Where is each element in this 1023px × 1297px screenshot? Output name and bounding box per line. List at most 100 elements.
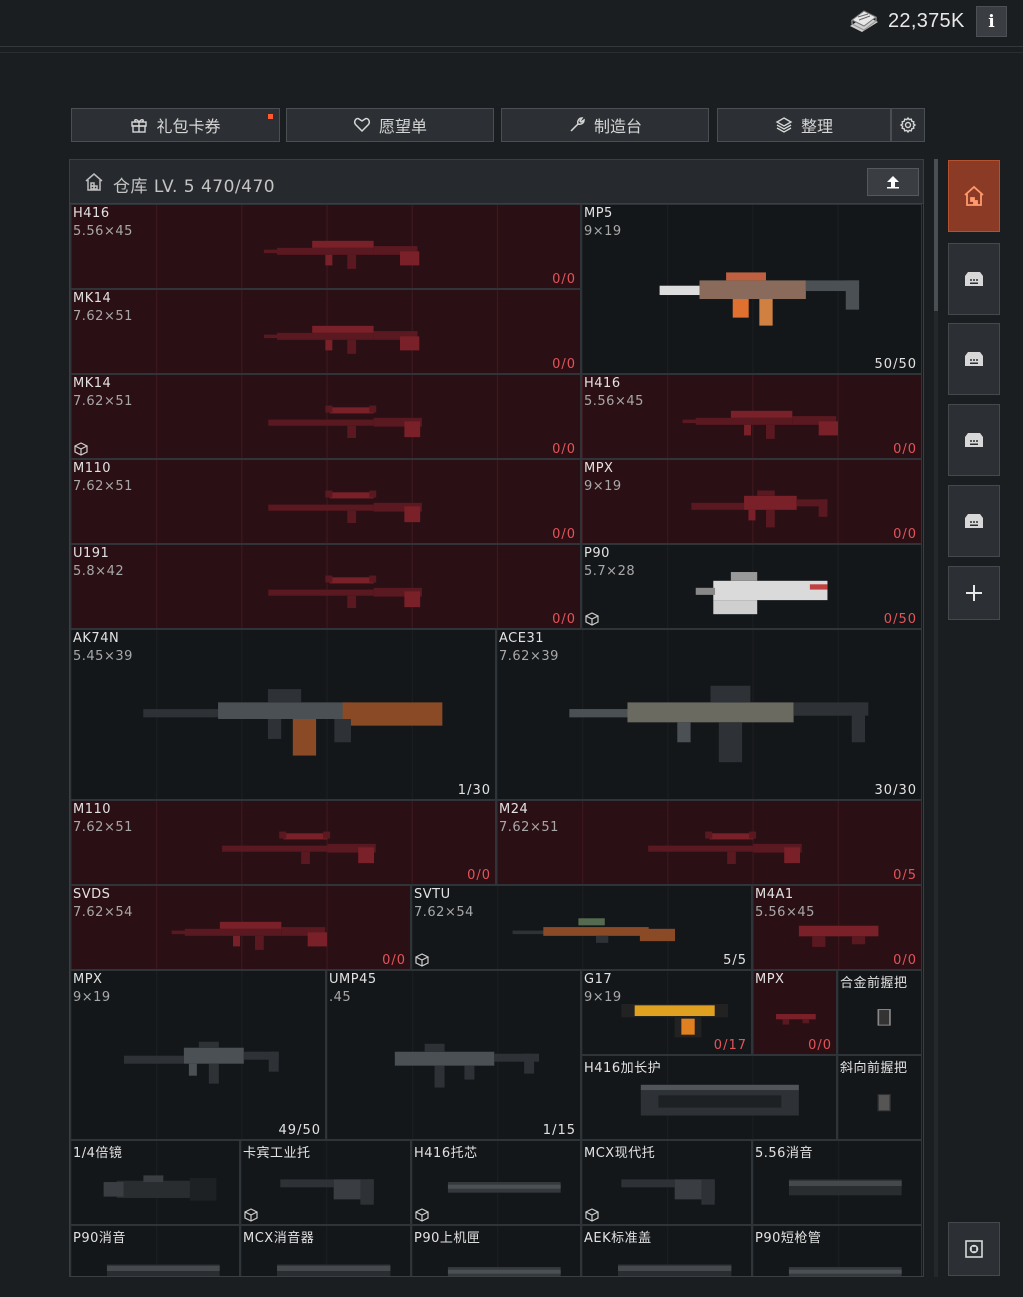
silencer-image <box>276 1264 391 1276</box>
inventory-item[interactable]: UMP45 .45 1/15 <box>326 970 581 1140</box>
silencer-image <box>106 1264 220 1276</box>
tube-image <box>788 1267 902 1276</box>
cube-icon <box>415 953 429 967</box>
smg-image <box>124 1042 280 1084</box>
item-name: P90上机匣 <box>414 1231 481 1246</box>
item-ammo-count: 49/50 <box>278 1123 321 1138</box>
inventory-item[interactable]: 1/4倍镜 <box>70 1140 240 1225</box>
item-caliber: 5.8×42 <box>73 564 125 579</box>
tab-storage-1[interactable] <box>948 243 1000 315</box>
storage-box-icon <box>965 352 983 366</box>
foregrip-image <box>877 1009 891 1026</box>
safe-icon <box>965 1240 983 1258</box>
tube-image <box>447 1267 561 1276</box>
wrench-icon <box>570 117 585 132</box>
inventory-item[interactable]: H416加长护 <box>581 1055 837 1140</box>
scroll-top-button[interactable] <box>867 168 919 196</box>
sort-button[interactable]: 整理 <box>717 108 891 142</box>
sniper-rifle-image <box>647 831 802 865</box>
tab-storage-3[interactable] <box>948 404 1000 476</box>
item-ammo-count: 0/17 <box>713 1038 747 1053</box>
rifle-image <box>682 410 839 440</box>
inventory-item[interactable]: MK14 7.62×51 0/0 <box>70 289 581 374</box>
plus-icon <box>966 585 982 601</box>
item-caliber: 7.62×54 <box>414 905 474 920</box>
settings-button[interactable] <box>891 108 925 142</box>
item-caliber: 5.56×45 <box>755 905 815 920</box>
item-caliber: 7.62×51 <box>499 820 559 835</box>
item-ammo-count: 0/0 <box>552 357 576 372</box>
inventory-item[interactable]: P90短枪管 <box>752 1225 922 1276</box>
mp5-image <box>659 272 860 326</box>
tab-warehouse[interactable] <box>948 160 1000 232</box>
inventory-item[interactable]: H416 5.56×45 0/0 <box>70 204 581 289</box>
wishlist-button[interactable]: 愿望单 <box>286 108 494 142</box>
inventory-item[interactable]: 斜向前握把 <box>837 1055 922 1140</box>
inventory-item[interactable]: AK74N 5.45×39 1/30 <box>70 629 496 800</box>
home-icon <box>964 185 984 206</box>
workbench-label: 制造台 <box>593 117 642 136</box>
wishlist-label: 愿望单 <box>378 117 427 136</box>
inventory-item[interactable]: P90消音 <box>70 1225 240 1276</box>
inventory-item[interactable]: SVDS 7.62×54 0/0 <box>70 885 411 970</box>
inventory-item[interactable]: H416 5.56×45 0/0 <box>581 374 922 459</box>
item-name: 斜向前握把 <box>840 1061 908 1076</box>
inventory-item[interactable]: M24 7.62×51 0/5 <box>496 800 922 885</box>
inventory-item[interactable]: M110 7.62×51 0/0 <box>70 459 581 544</box>
inventory-item[interactable]: MPX 9×19 49/50 <box>70 970 326 1140</box>
top-bar: 22,375K i <box>0 0 1023 46</box>
item-caliber: 7.62×39 <box>499 649 559 664</box>
item-name: H416 <box>73 206 110 221</box>
inventory-item[interactable]: MPX 9×19 0/0 <box>581 459 922 544</box>
item-ammo-count: 0/0 <box>552 272 576 287</box>
inventory-item[interactable]: MK14 7.62×51 0/0 <box>70 374 581 459</box>
inventory-item[interactable]: ACE31 7.62×39 30/30 <box>496 629 922 800</box>
item-name: 卡宾工业托 <box>243 1146 311 1161</box>
scope-image <box>103 1175 216 1201</box>
inventory-item[interactable]: U191 5.8×42 0/0 <box>70 544 581 629</box>
workbench-button[interactable]: 制造台 <box>501 108 709 142</box>
inventory-item[interactable]: AEK标准盖 <box>581 1225 752 1276</box>
inventory-item[interactable]: P90上机匣 <box>411 1225 581 1276</box>
gift-card-button[interactable]: 礼包卡券 <box>71 108 280 142</box>
item-caliber: .45 <box>329 990 352 1005</box>
cube-icon <box>74 442 88 456</box>
stock-image <box>279 1179 374 1205</box>
safe-box-button[interactable] <box>948 1222 1000 1276</box>
item-caliber: 9×19 <box>584 224 622 239</box>
item-caliber: 9×19 <box>584 990 622 1005</box>
inventory-item[interactable]: MCX现代托 <box>581 1140 752 1225</box>
item-name: AK74N <box>73 631 120 646</box>
item-caliber: 5.45×39 <box>73 649 133 664</box>
tab-storage-2[interactable] <box>948 323 1000 395</box>
inventory-item[interactable]: H416托芯 <box>411 1140 581 1225</box>
scrollbar-track[interactable] <box>934 159 938 1277</box>
gift-card-label: 礼包卡券 <box>156 117 221 136</box>
item-name: SVTU <box>414 887 451 902</box>
cube-icon <box>585 1208 599 1222</box>
item-caliber: 9×19 <box>73 990 111 1005</box>
inventory-item[interactable]: 5.56消音 <box>752 1140 922 1225</box>
item-name: MCX消音器 <box>243 1231 315 1246</box>
scrollbar-thumb[interactable] <box>934 159 938 311</box>
rifle-image <box>171 921 328 951</box>
inventory-item[interactable]: 合金前握把 <box>837 970 922 1055</box>
silencer-image <box>617 1264 732 1276</box>
info-button[interactable]: i <box>976 6 1007 37</box>
inventory-item[interactable]: P90 5.7×28 0/50 <box>581 544 922 629</box>
tab-storage-4[interactable] <box>948 485 1000 557</box>
gift-icon <box>131 119 148 133</box>
inventory-item[interactable]: G17 9×19 0/17 <box>581 970 752 1055</box>
inventory-item[interactable]: MPX 0/0 <box>752 970 837 1055</box>
inventory-item[interactable]: SVTU 7.62×54 5/5 <box>411 885 752 970</box>
add-storage-button[interactable] <box>948 566 1000 620</box>
inventory-item[interactable]: 卡宾工业托 <box>240 1140 411 1225</box>
inventory-item[interactable]: M4A1 5.56×45 0/0 <box>752 885 922 970</box>
layers-icon <box>775 117 793 133</box>
inventory-item[interactable]: MCX消音器 <box>240 1225 411 1276</box>
item-ammo-count: 0/5 <box>893 868 917 883</box>
item-caliber: 5.56×45 <box>584 394 644 409</box>
item-name: H416 <box>584 376 621 391</box>
inventory-item[interactable]: MP5 9×19 50/50 <box>581 204 922 374</box>
inventory-item[interactable]: M110 7.62×51 0/0 <box>70 800 496 885</box>
